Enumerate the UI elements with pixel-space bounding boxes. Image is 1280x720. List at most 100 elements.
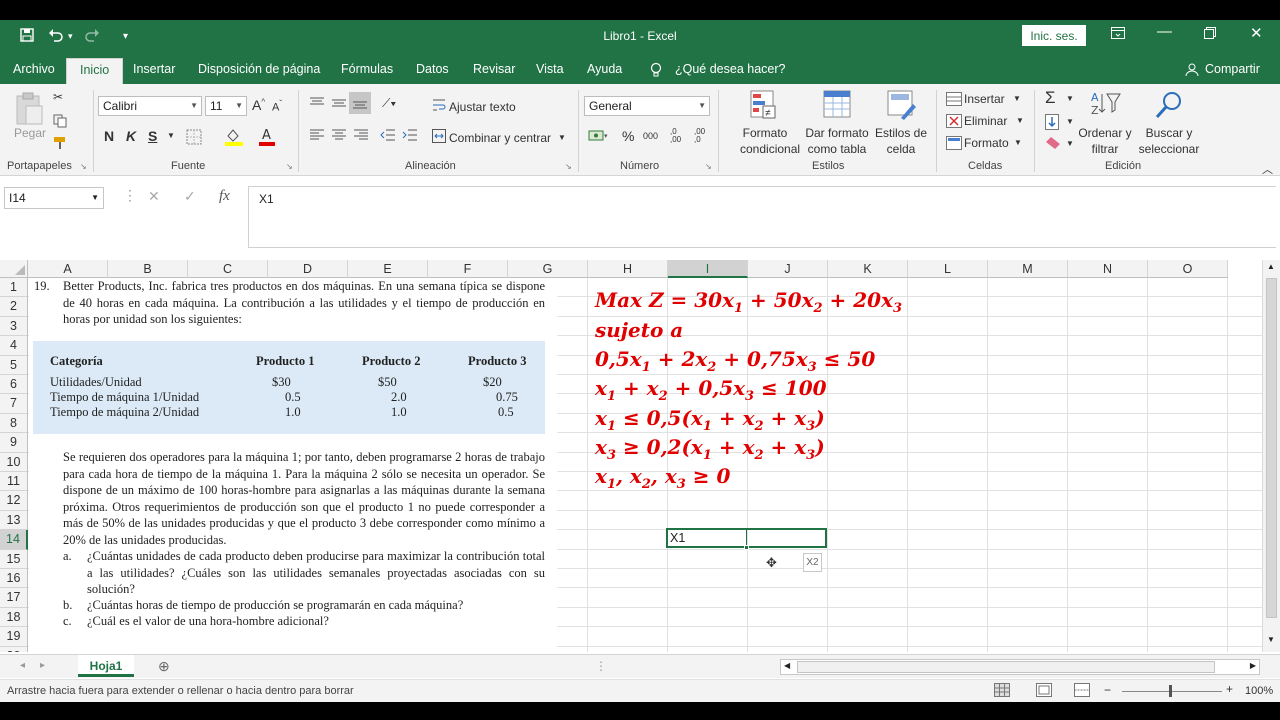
zoom-slider-track[interactable] <box>1122 691 1222 692</box>
row-header-12[interactable]: 12 <box>0 491 28 511</box>
scroll-up-icon[interactable]: ▲ <box>1267 262 1275 271</box>
paste-icon[interactable] <box>14 92 44 129</box>
add-sheet-icon[interactable]: ⊕ <box>158 658 170 675</box>
row-header-19[interactable]: 19 <box>0 627 28 647</box>
column-header-i[interactable]: I <box>668 260 748 278</box>
normal-view-icon[interactable] <box>994 683 1010 700</box>
cell-styles-button[interactable]: Estilos de celda <box>872 125 930 157</box>
tab-inicio[interactable]: Inicio <box>66 58 124 84</box>
share-icon[interactable] <box>1185 58 1199 84</box>
format-cells-button[interactable]: Formato <box>964 136 1009 150</box>
scroll-down-icon[interactable]: ▼ <box>1267 635 1275 644</box>
cell-styles-icon[interactable] <box>887 90 917 123</box>
format-cells-icon[interactable] <box>946 136 962 153</box>
tab-ayuda[interactable]: Ayuda <box>587 58 622 84</box>
row-header-7[interactable]: 7 <box>0 394 28 414</box>
increase-indent-icon[interactable] <box>402 128 418 145</box>
align-bottom-icon[interactable] <box>349 92 371 114</box>
format-painter-icon[interactable] <box>53 136 67 153</box>
dialog-launcher-icon[interactable]: ↘ <box>286 162 293 171</box>
underline-icon[interactable]: S <box>148 128 157 144</box>
chevron-down-icon[interactable]: ▼ <box>1066 94 1074 103</box>
align-right-icon[interactable] <box>353 128 369 145</box>
scroll-left-icon[interactable]: ◀ <box>784 661 790 670</box>
paste-label[interactable]: Pegar <box>14 126 46 140</box>
tab-datos[interactable]: Datos <box>416 58 449 84</box>
bold-icon[interactable]: N <box>104 128 114 144</box>
insert-cells-button[interactable]: Insertar <box>964 92 1005 106</box>
column-header-j[interactable]: J <box>748 260 828 278</box>
decrease-decimal-icon[interactable]: ,00,0 <box>694 128 705 144</box>
sheet-tab-hoja1[interactable]: Hoja1 <box>78 655 134 677</box>
row-header-5[interactable]: 5 <box>0 355 28 375</box>
row-header-16[interactable]: 16 <box>0 569 28 589</box>
font-name-select[interactable]: Calibri ▼ <box>98 96 202 116</box>
row-header-17[interactable]: 17 <box>0 588 28 608</box>
minimize-icon[interactable]: — <box>1157 23 1172 40</box>
decrease-indent-icon[interactable] <box>380 128 396 145</box>
tab-revisar[interactable]: Revisar <box>473 58 515 84</box>
column-header-f[interactable]: F <box>428 260 508 278</box>
row-header-8[interactable]: 8 <box>0 413 28 434</box>
chevron-down-icon[interactable]: ▼ <box>1016 116 1024 125</box>
row-header-9[interactable]: 9 <box>0 433 28 453</box>
sort-filter-icon[interactable]: AZ <box>1091 90 1121 121</box>
column-header-c[interactable]: C <box>188 260 268 278</box>
restore-icon[interactable] <box>1204 26 1216 43</box>
split-handle-icon[interactable]: ⋮ <box>595 659 607 673</box>
column-header-o[interactable]: O <box>1148 260 1228 278</box>
tab-insertar[interactable]: Insertar <box>133 58 175 84</box>
column-header-n[interactable]: N <box>1068 260 1148 278</box>
collapse-ribbon-icon[interactable]: ︿ <box>1262 161 1273 177</box>
align-top-icon[interactable] <box>309 96 325 113</box>
zoom-level[interactable]: 100% <box>1245 685 1273 697</box>
column-header-h[interactable]: H <box>588 260 668 278</box>
number-format-select[interactable]: General ▼ <box>584 96 710 116</box>
autosum-icon[interactable]: Σ <box>1045 88 1056 108</box>
sort-filter-button[interactable]: Ordenar y filtrar <box>1077 125 1133 157</box>
row-header-14[interactable]: 14 <box>0 530 28 550</box>
row-header-2[interactable]: 2 <box>0 297 28 317</box>
merge-center-icon[interactable] <box>432 129 446 146</box>
zoom-slider-thumb[interactable] <box>1169 685 1172 697</box>
confirm-entry-icon[interactable]: ✓ <box>184 188 196 205</box>
row-header-6[interactable]: 6 <box>0 375 28 395</box>
chevron-down-icon[interactable]: ▼ <box>1013 94 1021 103</box>
next-sheet-icon[interactable]: ▸ <box>40 660 45 671</box>
zoom-in-icon[interactable]: + <box>1226 682 1233 696</box>
conditional-format-button[interactable]: Formato condicional <box>740 125 800 157</box>
dialog-launcher-icon[interactable]: ↘ <box>705 162 712 171</box>
insert-cells-icon[interactable] <box>946 92 962 109</box>
column-header-e[interactable]: E <box>348 260 428 278</box>
format-table-icon[interactable] <box>823 90 853 123</box>
fill-color-icon[interactable] <box>224 128 244 149</box>
borders-icon[interactable] <box>186 129 202 148</box>
dialog-launcher-icon[interactable]: ↘ <box>80 162 87 171</box>
wrap-text-button[interactable]: Ajustar texto <box>449 100 516 114</box>
chevron-down-icon[interactable]: ▼ <box>1066 139 1074 148</box>
chevron-down-icon[interactable]: ▼ <box>167 131 175 140</box>
scroll-right-icon[interactable]: ▶ <box>1250 661 1256 670</box>
select-all-corner[interactable] <box>0 260 28 278</box>
conditional-format-icon[interactable]: ≠ <box>750 90 778 123</box>
wrap-text-icon[interactable] <box>432 98 446 115</box>
selected-range[interactable]: X1 <box>666 528 827 550</box>
percent-icon[interactable]: % <box>622 128 634 144</box>
align-middle-icon[interactable] <box>331 96 347 113</box>
row-header-15[interactable]: 15 <box>0 549 28 569</box>
delete-cells-button[interactable]: Eliminar <box>964 114 1007 128</box>
h-scroll-thumb[interactable] <box>797 661 1215 673</box>
copy-icon[interactable] <box>53 114 67 131</box>
row-header-18[interactable]: 18 <box>0 607 28 628</box>
thousands-icon[interactable]: 000 <box>643 131 658 141</box>
vertical-scrollbar[interactable]: ▲ ▼ <box>1262 260 1280 652</box>
insert-function-icon[interactable]: fx <box>219 188 230 205</box>
name-box[interactable]: I14 ▼ <box>4 187 104 209</box>
italic-icon[interactable]: K <box>126 128 136 144</box>
delete-cells-icon[interactable] <box>946 114 962 131</box>
find-select-button[interactable]: Buscar y seleccionar <box>1134 125 1204 157</box>
dialog-launcher-icon[interactable]: ↘ <box>565 162 572 171</box>
formula-input[interactable]: X1 <box>248 186 1276 248</box>
share-button[interactable]: Compartir <box>1205 58 1260 84</box>
chevron-down-icon[interactable]: ▼ <box>558 133 566 142</box>
